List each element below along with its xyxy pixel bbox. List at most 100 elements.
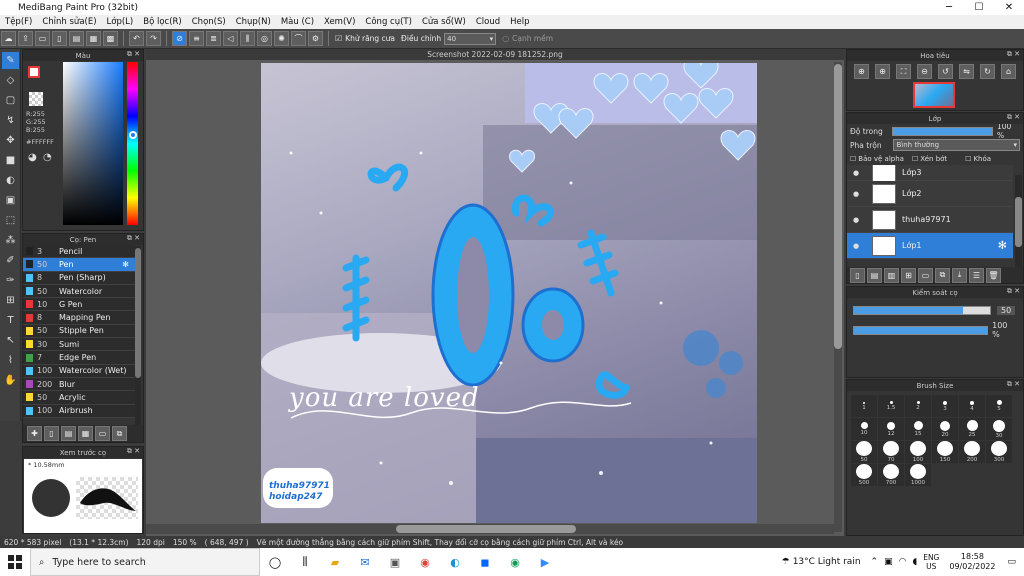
smooth-checkbox-icon[interactable]: ○ — [502, 34, 509, 43]
canvas-hscrollbar[interactable] — [146, 524, 834, 534]
magic-wand-tool-icon[interactable]: ⁂ — [2, 232, 19, 249]
save-file-icon[interactable]: ▦ — [86, 31, 101, 46]
rotate-right-icon[interactable]: ↻ — [980, 64, 995, 79]
settings-icon[interactable]: ⚙ — [308, 31, 323, 46]
brush-size-slider[interactable] — [853, 306, 991, 315]
move-tool-icon[interactable]: ✥ — [2, 132, 19, 149]
navigator-thumbnail[interactable] — [913, 82, 955, 108]
file-explorer-icon[interactable]: ▰ — [323, 551, 347, 573]
divide-tool-icon[interactable]: ⊞ — [2, 292, 19, 309]
language-indicator[interactable]: ENG US — [923, 553, 939, 571]
layer-row[interactable]: ● Lớp2 — [847, 181, 1013, 207]
perspective-icon[interactable]: ◁ — [223, 31, 238, 46]
rect-select-tool-icon[interactable]: ▢ — [2, 92, 19, 109]
brush-opacity-slider[interactable] — [853, 325, 989, 335]
undo-icon[interactable]: ↶ — [129, 31, 144, 46]
fit-icon[interactable]: ⛶ — [896, 64, 911, 79]
brush-size-option[interactable]: 25 — [959, 418, 985, 440]
close-icon[interactable]: ⧉ ✕ — [127, 50, 140, 59]
canvas-vscrollbar[interactable] — [834, 62, 842, 532]
operation-tool-icon[interactable]: ↖ — [2, 332, 19, 349]
brush-size-option[interactable]: 12 — [878, 418, 904, 440]
concentric-icon[interactable]: ◎ — [257, 31, 272, 46]
close-icon[interactable]: ⧉ ✕ — [127, 234, 140, 243]
layer-row[interactable]: ● Lớp3 — [847, 165, 1013, 183]
layer-settings-icon[interactable]: ☰ — [969, 267, 984, 283]
share-icon[interactable]: ⇪ — [18, 31, 33, 46]
brush-size-option[interactable]: 3 — [932, 395, 958, 417]
brush-size-option[interactable]: 20 — [932, 418, 958, 440]
close-button[interactable]: ✕ — [994, 0, 1024, 15]
menu-item-8[interactable]: Công cụ(T) — [360, 17, 417, 27]
redo-icon[interactable]: ↷ — [146, 31, 161, 46]
brush-size-option[interactable]: 15 — [905, 418, 931, 440]
new-brush-icon[interactable]: ▯ — [44, 426, 59, 441]
new-layer-icon[interactable]: ▯ — [850, 267, 865, 283]
zoom-out-icon[interactable]: ⊖ — [917, 64, 932, 79]
zoom-in-2-icon[interactable]: ⊕ — [875, 64, 890, 79]
weather-text[interactable]: 13°C Light rain — [793, 557, 861, 567]
text-tool-icon[interactable]: T — [2, 312, 19, 329]
windows-start-icon[interactable] — [0, 548, 30, 576]
artwork-canvas[interactable]: Oo you are loved thuha97971 hoidap247 — [261, 63, 757, 523]
brush-item[interactable]: 30 Sumi — [23, 338, 135, 352]
new-file-icon[interactable]: ▯ — [52, 31, 67, 46]
curve-icon[interactable]: ⌒ — [291, 31, 306, 46]
visibility-icon[interactable]: ● — [850, 216, 862, 224]
brush-folder-icon[interactable]: ▭ — [95, 426, 110, 441]
maximize-button[interactable]: ☐ — [964, 0, 994, 15]
radial-icon[interactable]: ✺ — [274, 31, 289, 46]
cloud-icon[interactable]: ☁ — [1, 31, 16, 46]
brush-size-option[interactable]: 50 — [851, 441, 877, 463]
menu-item-7[interactable]: Xem(V) — [319, 17, 360, 27]
menu-item-0[interactable]: Tệp(F) — [0, 17, 37, 27]
tray-up-icon[interactable]: ⌃ — [871, 557, 879, 567]
taskbar-search-input[interactable]: ⌕ Type here to search — [30, 548, 260, 576]
hand-tool-icon[interactable]: ✋ — [2, 372, 19, 389]
open-file-icon[interactable]: ▤ — [69, 31, 84, 46]
hue-slider[interactable] — [127, 62, 138, 225]
widgets-icon[interactable]: ⫼ — [293, 551, 317, 573]
brush-size-option[interactable]: 30 — [986, 418, 1012, 440]
brush-size-option[interactable]: 1.5 — [878, 395, 904, 417]
merge-layer-icon[interactable]: ⤓ — [952, 267, 967, 283]
select-pen-tool-icon[interactable]: ✐ — [2, 252, 19, 269]
menu-item-5[interactable]: Chụp(N) — [231, 17, 276, 27]
layer-row[interactable]: ● thuha97971 — [847, 207, 1013, 233]
brush-item[interactable]: 200 Blur — [23, 377, 135, 392]
eyedropper-tool-icon[interactable]: ⌇ — [2, 352, 19, 369]
rotate-left-icon[interactable]: ↺ — [938, 64, 953, 79]
gear-icon[interactable]: ✻ — [122, 260, 129, 269]
saturation-value-picker[interactable] — [63, 62, 123, 225]
zoom-in-icon[interactable]: ⊕ — [854, 64, 869, 79]
brush-size-option[interactable]: 5 — [986, 395, 1012, 417]
brush-size-option[interactable]: 1000 — [905, 464, 931, 486]
brush-size-option[interactable]: 4 — [959, 395, 985, 417]
chat-icon[interactable]: ▭ — [35, 31, 50, 46]
hatch2-icon[interactable]: ≣ — [206, 31, 221, 46]
volume-icon[interactable]: ◖ — [912, 557, 917, 567]
visibility-icon[interactable]: ● — [850, 242, 862, 250]
lasso-tool-icon[interactable]: ↯ — [2, 112, 19, 129]
close-icon[interactable]: ⧉ ✕ — [1007, 287, 1020, 296]
palette-icon[interactable]: ◕ — [28, 152, 37, 163]
menu-item-6[interactable]: Màu (C) — [276, 17, 319, 27]
layer-row[interactable]: ● Lớp1 ✻ — [847, 233, 1013, 259]
layer-opacity-slider[interactable] — [892, 126, 993, 136]
brush-size-option[interactable]: 200 — [959, 441, 985, 463]
blend-mode-select[interactable]: Bình thường ▾ — [893, 139, 1020, 151]
menu-item-3[interactable]: Bộ lọc(R) — [138, 17, 187, 27]
antialias-checkbox-icon[interactable]: ☑ — [335, 34, 342, 43]
brush-item[interactable]: 100 Airbrush — [23, 404, 135, 418]
notification-icon[interactable]: ▭ — [1007, 557, 1016, 567]
add-brush-icon[interactable]: ✚ — [27, 426, 42, 441]
brush-duplicate-icon[interactable]: ⧉ — [112, 426, 127, 441]
minimize-button[interactable]: ─ — [934, 0, 964, 15]
weather-icon[interactable]: ☂ — [782, 557, 790, 567]
brush-size-option[interactable]: 700 — [878, 464, 904, 486]
zoom-app-icon[interactable]: ▶ — [533, 551, 557, 573]
select-eraser-tool-icon[interactable]: ✑ — [2, 272, 19, 289]
delete-layer-icon[interactable]: 🗑 — [986, 267, 1001, 283]
new-halftone-layer-icon[interactable]: ▤ — [867, 267, 882, 283]
close-icon[interactable]: ⧉ ✕ — [1007, 113, 1020, 122]
